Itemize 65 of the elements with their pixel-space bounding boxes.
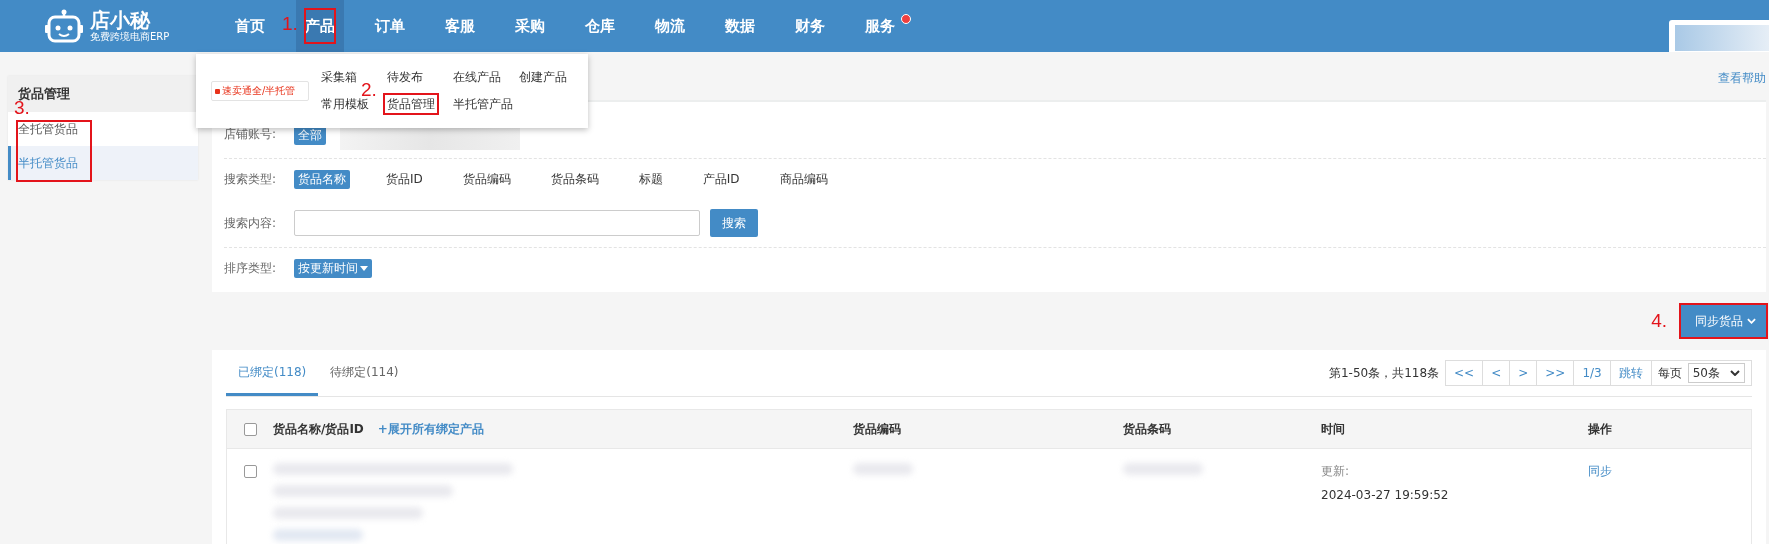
sort-dropdown[interactable]: 按更新时间 — [294, 258, 372, 278]
nav-item[interactable]: 仓库 — [576, 0, 624, 52]
filter-label: 搜索类型: — [224, 170, 278, 188]
menu-item[interactable]: 创建产品 — [517, 68, 569, 86]
column-header: 货品条码 — [1123, 420, 1172, 438]
filter-option[interactable]: 商品编码 — [775, 169, 832, 189]
nav-item[interactable]: 首页 — [226, 0, 274, 52]
jump-link[interactable]: 跳转 — [1610, 361, 1652, 385]
robot-logo-icon — [44, 9, 84, 43]
menu-item[interactable]: 在线产品 — [451, 68, 503, 86]
filter-option[interactable]: 货品编码 — [458, 169, 515, 189]
menu-item[interactable]: 采集箱 — [319, 68, 359, 86]
per-page-select[interactable]: 50条 — [1687, 363, 1745, 383]
step-number: 1. — [282, 14, 298, 34]
nav-item[interactable]: 财务 — [786, 0, 834, 52]
page-button[interactable]: >> — [1537, 361, 1575, 385]
chevron-down-icon — [1747, 318, 1756, 324]
page-button[interactable]: > — [1510, 361, 1538, 385]
marketplace-name: 速卖通全/半托管 — [222, 84, 296, 98]
expand-all-link[interactable]: +展开所有绑定产品 — [377, 420, 484, 438]
tab[interactable]: 已绑定(118) — [226, 350, 319, 396]
nav-item[interactable]: 产品 — [296, 0, 344, 52]
menu-item[interactable]: 半托管产品 — [451, 95, 515, 113]
sync-button[interactable]: 同步货品 — [1681, 305, 1766, 337]
filter-option[interactable]: 货品条码 — [546, 169, 603, 189]
sidebar-item[interactable]: 半托管货品 — [8, 146, 198, 180]
column-header: 货品编码 — [853, 420, 902, 438]
brand-tagline: 免费跨境电商ERP — [90, 31, 170, 43]
page-summary: 第1-50条，共118条 — [1328, 364, 1440, 382]
checkbox[interactable] — [243, 465, 257, 478]
help-link[interactable]: 查看帮助 — [1718, 69, 1766, 87]
column-header: 时间 — [1321, 420, 1346, 438]
nav-item[interactable]: 数据 — [716, 0, 764, 52]
table-cell-text: 2024-03-27 19:59:52 — [1321, 488, 1450, 502]
caret-icon — [360, 265, 368, 271]
nav-item[interactable]: 物流 — [646, 0, 694, 52]
nav-item[interactable]: 服务 — [856, 0, 904, 52]
checkbox[interactable] — [243, 422, 257, 436]
filter-label: 搜索内容: — [224, 214, 278, 232]
per-page-label: 每页 — [1656, 364, 1683, 382]
page-button[interactable]: 1/3 — [1574, 361, 1611, 385]
search-field[interactable] — [294, 210, 700, 236]
sync-link[interactable]: 同步 — [1588, 464, 1612, 478]
tab[interactable]: 待绑定(114) — [318, 350, 411, 396]
page-button[interactable]: < — [1483, 361, 1511, 385]
column-header: 操作 — [1588, 420, 1613, 438]
filter-option[interactable]: 货品名称 — [294, 169, 350, 189]
column-header: 货品名称/货品ID — [273, 420, 364, 438]
filter-option[interactable]: 货品ID — [382, 169, 427, 189]
filter-label: 排序类型: — [224, 259, 278, 277]
menu-item[interactable]: 货品管理 — [385, 95, 437, 113]
filter-option[interactable]: 产品ID — [698, 169, 744, 189]
user-tab[interactable] — [1669, 20, 1769, 52]
menu-item[interactable]: 待发布 — [385, 68, 425, 86]
nav-item[interactable]: 采购 — [506, 0, 554, 52]
chevron-down-icon — [1730, 370, 1740, 376]
brand-name: 店小秘 — [90, 9, 152, 31]
nav-item[interactable]: 订单 — [366, 0, 414, 52]
time-label: 更新: — [1321, 463, 1351, 480]
search-button[interactable]: 搜索 — [710, 209, 758, 237]
page-button[interactable]: << — [1446, 361, 1484, 385]
step-number: 4. — [1651, 311, 1667, 331]
nav-item[interactable]: 客服 — [436, 0, 484, 52]
filter-option[interactable]: 标题 — [634, 169, 667, 189]
filter-label: 店铺账号: — [224, 126, 278, 143]
